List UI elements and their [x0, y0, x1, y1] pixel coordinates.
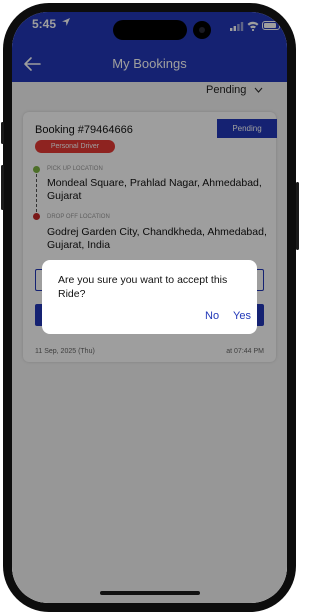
no-button[interactable]: No — [205, 310, 219, 322]
dialog-message: Are you sure you want to accept this Rid… — [58, 274, 228, 300]
action-button — [1, 122, 4, 144]
power-button — [296, 182, 299, 250]
confirm-dialog: Are you sure you want to accept this Rid… — [42, 260, 257, 334]
screen: 5:45 My Bookings Pending Booking #794646… — [12, 12, 287, 603]
volume-button — [1, 165, 4, 210]
yes-button[interactable]: Yes — [233, 310, 251, 322]
home-indicator[interactable] — [100, 591, 200, 595]
